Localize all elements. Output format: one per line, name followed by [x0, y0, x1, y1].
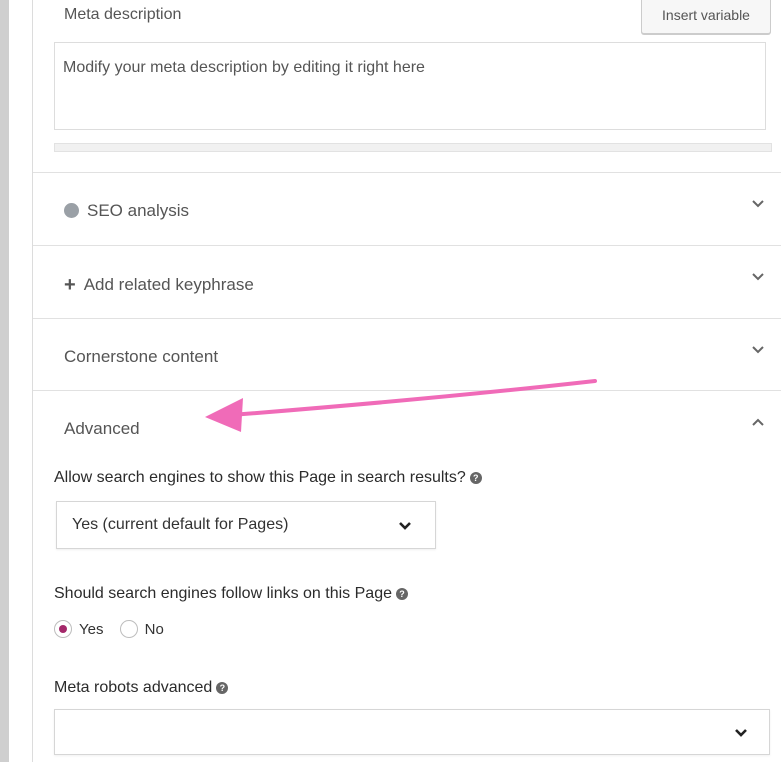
chevron-up-icon	[752, 418, 764, 426]
meta-robots-advanced-label: Meta robots advanced	[54, 679, 213, 696]
show-in-results-select[interactable]: Yes (current default for Pages)	[56, 501, 436, 549]
add-related-keyphrase-label: Add related keyphrase	[83, 275, 254, 294]
follow-no-label[interactable]: No	[145, 621, 164, 638]
cornerstone-content-section[interactable]: Cornerstone content	[33, 318, 781, 390]
follow-links-radio-group: Yes No	[54, 620, 176, 638]
meta-description-label: Meta description	[64, 6, 182, 23]
meta-description-length-bar	[54, 143, 772, 152]
advanced-section[interactable]: Advanced	[33, 390, 781, 450]
plus-icon: +	[64, 274, 76, 296]
chevron-down-icon	[752, 273, 764, 281]
advanced-label: Advanced	[64, 419, 140, 438]
show-in-results-value: Yes (current default for Pages)	[72, 516, 289, 533]
meta-robots-advanced-select[interactable]	[54, 709, 770, 755]
follow-no-radio[interactable]	[119, 620, 138, 638]
meta-description-input[interactable]: Modify your meta description by editing …	[54, 42, 766, 130]
chevron-down-icon	[752, 200, 764, 208]
chevron-down-icon	[399, 522, 411, 530]
question-circle-icon[interactable]: ?	[469, 472, 482, 484]
chevron-down-icon	[735, 729, 747, 737]
seo-analysis-section[interactable]: SEO analysis	[33, 172, 781, 244]
follow-links-question: Should search engines follow links on th…	[54, 585, 392, 602]
follow-yes-label[interactable]: Yes	[79, 621, 103, 638]
question-circle-icon[interactable]: ?	[216, 682, 229, 694]
insert-variable-button[interactable]: Insert variable	[641, 0, 771, 34]
follow-yes-radio[interactable]	[54, 620, 72, 638]
left-scroll-bar	[0, 0, 9, 762]
show-in-results-question: Allow search engines to show this Page i…	[54, 469, 466, 486]
seo-analysis-label: SEO analysis	[87, 201, 190, 220]
question-circle-icon[interactable]: ?	[395, 588, 408, 600]
add-related-keyphrase-section[interactable]: + Add related keyphrase	[33, 245, 781, 317]
status-dot-icon	[64, 203, 79, 218]
chevron-down-icon	[752, 346, 764, 354]
cornerstone-content-label: Cornerstone content	[64, 347, 219, 366]
